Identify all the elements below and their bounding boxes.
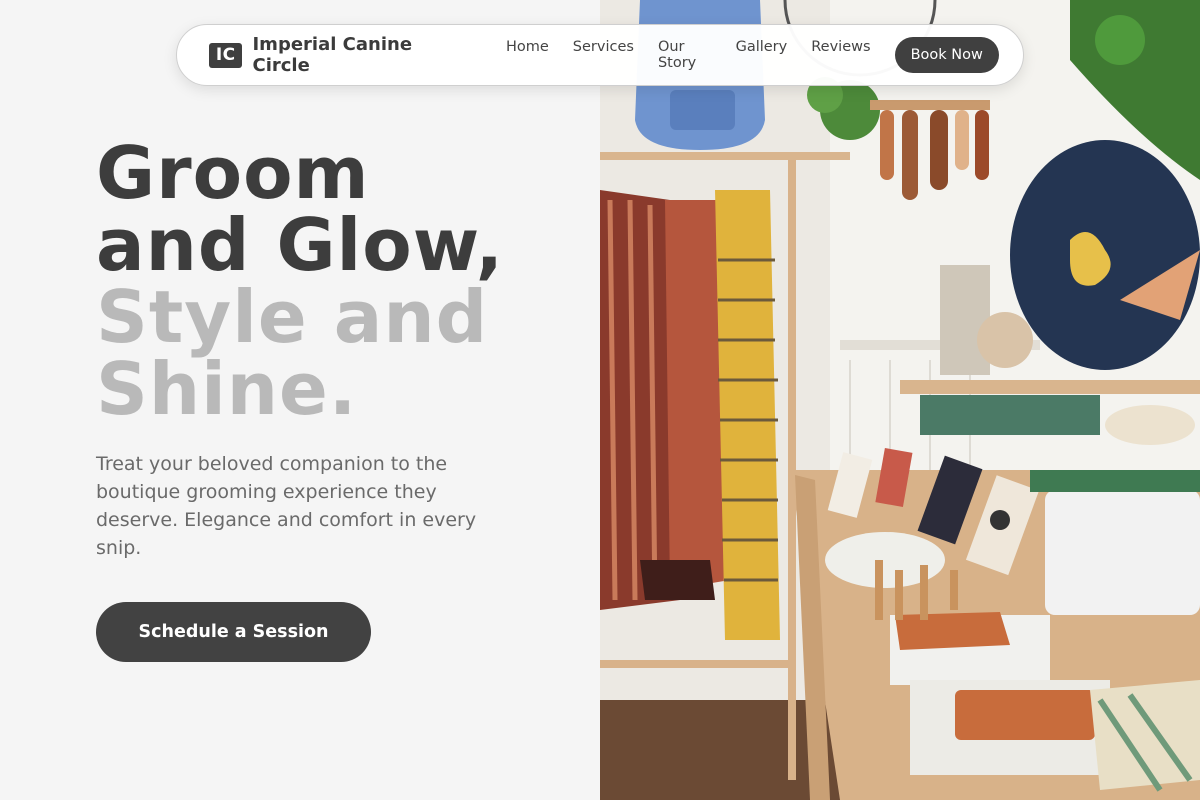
logo-mark: IC	[209, 42, 243, 68]
headline-line-2: and Glow,	[96, 203, 504, 287]
headline-line-4: Shine.	[96, 347, 358, 431]
hero-headline: Groom and Glow, Style and Shine.	[96, 137, 504, 425]
nav-link-reviews[interactable]: Reviews	[811, 39, 870, 71]
book-now-button[interactable]: Book Now	[894, 37, 999, 73]
top-navigation: IC Imperial Canine Circle Home Services …	[176, 24, 1024, 86]
brand-name: Imperial Canine Circle	[252, 34, 413, 76]
headline-line-1: Groom	[96, 131, 370, 215]
hero-subtitle: Treat your beloved companion to the bout…	[96, 453, 477, 559]
nav-link-home[interactable]: Home	[506, 39, 549, 71]
schedule-session-button[interactable]: Schedule a Session	[96, 602, 371, 662]
headline-line-3: Style and	[96, 275, 489, 359]
nav-link-services[interactable]: Services	[573, 39, 634, 71]
nav-link-gallery[interactable]: Gallery	[736, 39, 788, 71]
nav-links: Home Services Our Story Gallery Reviews	[506, 39, 871, 71]
boutique-photo	[600, 0, 1200, 800]
brand-logo[interactable]: IC Imperial Canine Circle	[209, 34, 466, 76]
nav-link-our-story[interactable]: Our Story	[658, 39, 712, 71]
